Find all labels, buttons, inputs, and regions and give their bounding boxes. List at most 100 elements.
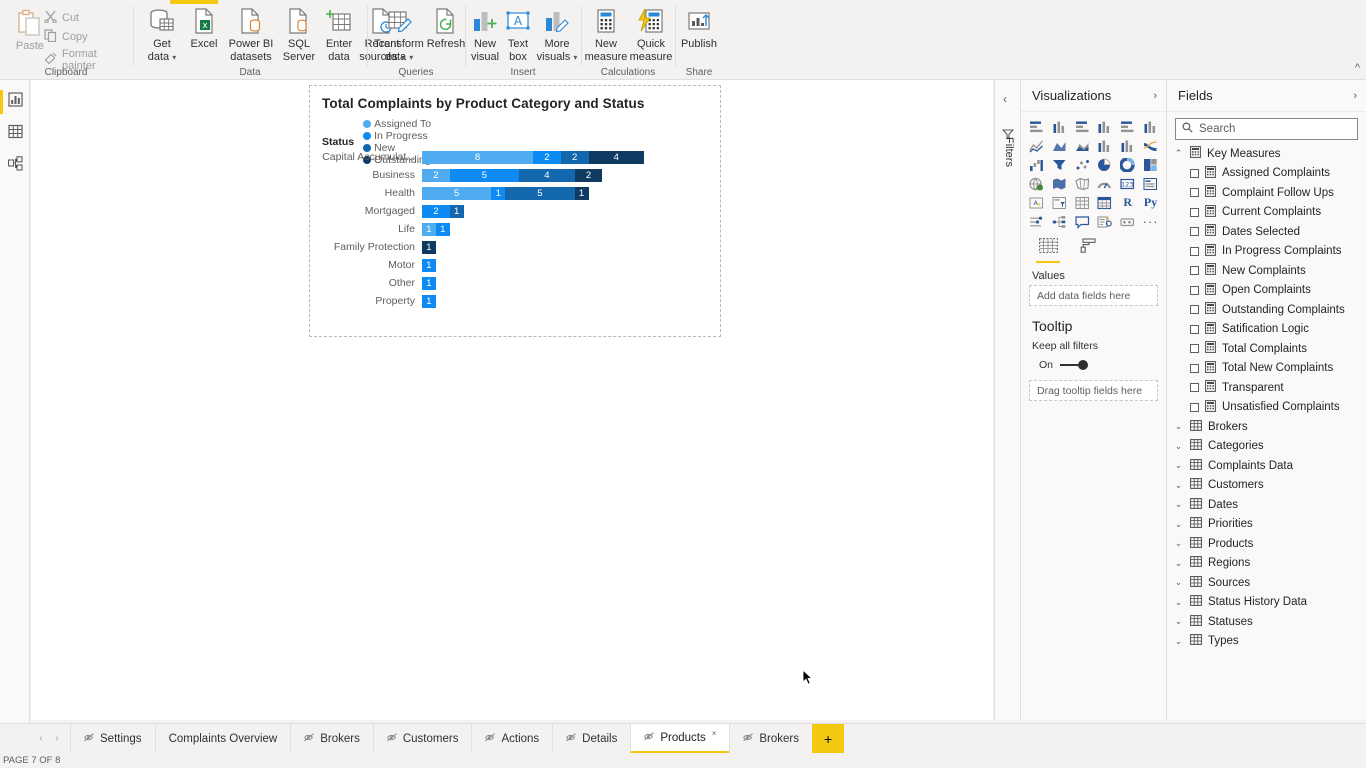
field-checkbox[interactable] [1190,285,1199,295]
collapse-ribbon-button[interactable]: ^ [1355,62,1360,74]
clustered-bar-chart-icon[interactable] [1072,118,1093,135]
field-item[interactable]: Total New Complaints [1167,359,1366,379]
chevron-down-icon[interactable]: ⌄ [1173,597,1184,608]
chart-bar-row[interactable]: Health 5 1 5 1 [322,184,710,202]
fields-group-regions[interactable]: ⌄ Regions [1167,554,1366,574]
bar-segment[interactable]: 1 [422,294,436,308]
fields-group-priorities[interactable]: ⌄ Priorities [1167,515,1366,535]
kpi-icon[interactable]: A [1026,194,1047,211]
visualization-pane-tabs[interactable] [1021,232,1166,263]
bar-segment[interactable]: 1 [435,222,450,236]
100-stacked-column-chart-icon[interactable] [1140,118,1161,135]
decomposition-tree-icon[interactable] [1049,213,1070,230]
field-item[interactable]: Total Complaints [1167,339,1366,359]
page-tab-actions[interactable]: Actions [471,724,553,753]
fields-group-categories[interactable]: ⌄ Categories [1167,437,1366,457]
table-icon[interactable] [1072,194,1093,211]
chart-bar-row[interactable]: Property 1 [322,292,710,310]
transform-data-button[interactable]: Transform data ▾ [372,4,426,63]
tooltip-dropzone[interactable]: Drag tooltip fields here [1029,380,1158,401]
keep-all-filters-toggle[interactable]: On [1021,356,1166,380]
bar-segment[interactable]: 2 [533,150,561,164]
bar-segment[interactable]: 1 [491,186,506,200]
text-box-button[interactable]: A Text box [502,4,534,63]
card-icon[interactable]: 123 [1117,175,1138,192]
chevron-down-icon[interactable]: ⌄ [1173,441,1184,452]
chart-bar-row[interactable]: Business 2 5 4 2 [322,166,710,184]
field-item[interactable]: Complaint Follow Ups [1167,183,1366,203]
fields-tree[interactable]: ⌃ Key Measures Assigned Complaints Complain… [1167,144,1366,651]
publish-button[interactable]: Publish [678,4,720,51]
chevron-down-icon[interactable]: ⌄ [1173,616,1184,627]
bar-segment[interactable]: 1 [574,186,589,200]
field-checkbox[interactable] [1190,344,1199,354]
fields-group-products[interactable]: ⌄ Products [1167,534,1366,554]
field-checkbox[interactable] [1190,207,1199,217]
chart-bar-row[interactable]: Capital Accumulat... 8 2 2 4 [322,148,710,166]
key-influencers-icon[interactable] [1026,213,1047,230]
fields-group-key-measures[interactable]: ⌃ Key Measures [1167,144,1366,164]
page-tab-details[interactable]: Details [552,724,631,753]
field-item[interactable]: Open Complaints [1167,281,1366,301]
chevron-up-icon[interactable]: ⌃ [1173,148,1184,159]
sql-server-button[interactable]: SQL Server [280,4,318,63]
chevron-down-icon[interactable]: ⌄ [1173,538,1184,549]
page-tab-customers[interactable]: Customers [372,724,472,753]
new-measure-button[interactable]: New measure [584,4,628,63]
chevron-down-icon[interactable]: ⌄ [1173,421,1184,432]
legend-item[interactable]: Assigned To [363,118,431,130]
line-clustered-column-chart-icon[interactable] [1117,137,1138,154]
search-input[interactable]: Search [1175,118,1358,140]
field-item[interactable]: In Progress Complaints [1167,242,1366,262]
chevron-down-icon[interactable]: ⌄ [1173,519,1184,530]
field-checkbox[interactable] [1190,168,1199,178]
bar-segment[interactable]: 1 [422,240,436,254]
bar-segment[interactable]: 2 [574,168,603,182]
gauge-icon[interactable] [1095,175,1116,192]
visualization-type-grid[interactable]: 123 A R Py ··· [1021,112,1166,232]
fields-group-sources[interactable]: ⌄ Sources [1167,573,1366,593]
field-item[interactable]: Unsatisfied Complaints [1167,398,1366,418]
tab-format[interactable] [1075,238,1101,263]
chart-bar-row[interactable]: Motor 1 [322,256,710,274]
field-item[interactable]: New Complaints [1167,261,1366,281]
matrix-icon[interactable] [1095,194,1116,211]
field-checkbox[interactable] [1190,227,1199,237]
collapse-visualizations-icon[interactable]: › [1153,90,1157,102]
field-checkbox[interactable] [1190,246,1199,256]
stacked-column-chart-icon[interactable] [1049,118,1070,135]
quick-measure-button[interactable]: Quick measure [628,4,674,63]
stacked-bar-chart-visual[interactable]: Total Complaints by Product Category and… [309,85,721,337]
toggle-switch[interactable] [1060,360,1089,370]
chevron-down-icon[interactable]: ⌄ [1173,558,1184,569]
100-stacked-bar-chart-icon[interactable] [1117,118,1138,135]
bar-segment[interactable]: 2 [422,204,450,218]
new-visual-button[interactable]: New visual [468,4,502,63]
page-nav-arrows[interactable]: ‹ › [0,724,70,753]
chart-bar-row[interactable]: Family Protection 1 [322,238,710,256]
chart-bar-row[interactable]: Other 1 [322,274,710,292]
chevron-down-icon[interactable]: ⌄ [1173,460,1184,471]
funnel-chart-icon[interactable] [1049,156,1070,173]
smart-narrative-icon[interactable] [1095,213,1116,230]
collapse-fields-icon[interactable]: › [1353,90,1357,102]
bar-segment[interactable]: 4 [588,150,644,164]
page-tab-complaints-overview[interactable]: Complaints Overview [154,724,291,753]
add-page-button[interactable]: + [812,724,845,753]
field-checkbox[interactable] [1190,324,1199,334]
bar-segment[interactable]: 1 [449,204,464,218]
field-checkbox[interactable] [1190,383,1199,393]
fields-group-statuses[interactable]: ⌄ Statuses [1167,612,1366,632]
bar-segment[interactable]: 8 [422,150,533,164]
field-checkbox[interactable] [1190,305,1199,315]
python-visual-icon[interactable]: Py [1140,194,1161,211]
bar-segment[interactable]: 5 [449,168,520,182]
field-checkbox[interactable] [1190,363,1199,373]
chevron-down-icon[interactable]: ⌄ [1173,577,1184,588]
tab-fields-well[interactable] [1035,238,1061,263]
fields-group-brokers[interactable]: ⌄ Brokers [1167,417,1366,437]
copy-button[interactable]: Copy [44,29,88,45]
page-tab-settings[interactable]: Settings [70,724,155,753]
chart-bar-row[interactable]: Mortgaged 2 1 [322,202,710,220]
fields-group-customers[interactable]: ⌄ Customers [1167,476,1366,496]
